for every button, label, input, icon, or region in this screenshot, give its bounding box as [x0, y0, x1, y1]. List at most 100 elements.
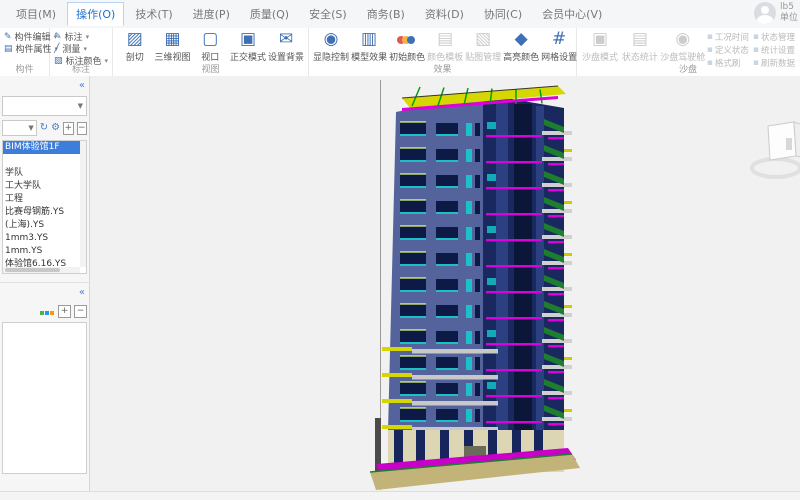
menu-tab-6[interactable]: 商务(B)	[358, 2, 414, 26]
menu-tab-0[interactable]: 项目(M)	[7, 2, 65, 26]
state-manage-button: ▪ 状态管理	[752, 32, 796, 43]
3d-viewport[interactable]	[90, 76, 800, 492]
collapse-all-icon[interactable]: −	[76, 121, 87, 135]
menu-bar: 项目(M) 操作(O) 技术(T) 进度(P) 质量(Q) 安全(S) 商务(B) 资料(D)…	[0, 0, 800, 29]
expand-all-icon[interactable]: +	[63, 121, 74, 135]
tree-item[interactable]	[3, 154, 86, 167]
left-sidebar: « ▼ ▼ ↻ ⚙ + − BIM体验馆1F 学队 工大学队 工程 比赛母钢筋.YS (上…	[0, 76, 90, 492]
background-icon: ✉	[278, 29, 294, 49]
menu-tab-3[interactable]: 进度(P)	[184, 2, 239, 26]
properties-icon: ▤	[4, 43, 13, 54]
model-tree[interactable]: BIM体验馆1F 学队 工大学队 工程 比赛母钢筋.YS (上海).YS 1mm3.YS 1m…	[2, 140, 87, 274]
model-effect-icon: ▥	[361, 29, 378, 49]
tree-item[interactable]: 学队	[3, 167, 86, 180]
ribbon-group-effect: ◉ 显隐控制 ▥ 模型效果 初始颜色 ▤ 颜色模板 ▧ 贴图管理 ◆ 高亮颜色 # 网格设置…	[309, 28, 577, 76]
initial-color-button[interactable]: 初始颜色	[389, 30, 425, 63]
component-edit-button[interactable]: ✎ 构件编辑 ▾	[4, 31, 57, 44]
component-properties-button[interactable]: ▤ 构件属性 ▾	[4, 43, 58, 56]
collapse-panel-icon[interactable]: «	[79, 287, 85, 298]
ortho-mode-button[interactable]: ▣ 正交模式	[230, 29, 266, 64]
tree-item[interactable]: (上海).YS	[3, 219, 86, 232]
collapse-panel-icon[interactable]: «	[79, 80, 85, 91]
chevron-down-icon: ▾	[83, 44, 87, 53]
paint-bucket-icon: ◆	[514, 29, 528, 49]
refresh-icon[interactable]: ↻	[40, 122, 48, 134]
menu-tab-8[interactable]: 协同(C)	[475, 2, 531, 26]
ribbon-group-view: ▨ 剖切 ▦ 三维视图 ▢ 视口 ▣ 正交模式 ✉ 设置背景 视图	[113, 28, 310, 76]
filter-list[interactable]	[2, 322, 87, 474]
section-cut-icon: ▨	[126, 29, 143, 49]
user-box[interactable]: lb5 单位	[754, 2, 798, 24]
filter-colors-icon[interactable]	[40, 305, 55, 318]
menu-tab-9[interactable]: 会员中心(V)	[533, 2, 611, 26]
cockpit-icon: ◉	[675, 29, 691, 49]
tree-item[interactable]: 1mm.YS	[3, 245, 86, 258]
group-label-sandbox: 沙盘	[679, 65, 698, 75]
visibility-icon: ◉	[323, 29, 339, 49]
building-model[interactable]	[368, 80, 584, 492]
ribbon-group-annotate: ✎ 标注 ▾ ╱ 测量 ▾ ▧ 标注颜色 ▾ 标注	[50, 28, 114, 76]
chevron-down-icon: ▼	[28, 124, 34, 132]
gear-icon[interactable]: ⚙	[51, 122, 60, 134]
model-select-dropdown[interactable]: ▼	[2, 96, 87, 116]
color-dots-icon	[396, 30, 415, 49]
user-info: lb5 单位	[780, 2, 798, 24]
section-cut-button[interactable]: ▨ 剖切	[117, 29, 152, 64]
viewport-button[interactable]: ▢ 视口	[193, 30, 228, 64]
set-background-button[interactable]: ✉ 设置背景	[268, 29, 304, 64]
tree-item[interactable]: 工大学队	[3, 180, 86, 193]
sandbox-mode-button: ▣ 沙盘模式	[581, 29, 618, 64]
tree-horizontal-scrollbar[interactable]	[3, 267, 80, 273]
group-label-component: 构件	[15, 65, 34, 75]
group-label-effect: 效果	[433, 65, 452, 75]
model-effect-button[interactable]: ▥ 模型效果	[351, 29, 387, 64]
view-3d-button[interactable]: ▦ 三维视图	[155, 29, 191, 64]
menu-tab-1[interactable]: 操作(O)	[67, 2, 125, 26]
user-avatar-icon[interactable]	[754, 2, 776, 24]
tree-mode-dropdown[interactable]: ▼	[2, 120, 37, 136]
stat-settings-button: ▪ 统计设置	[752, 45, 796, 56]
user-org: 单位	[780, 13, 798, 23]
menu-tab-4[interactable]: 质量(Q)	[241, 2, 298, 26]
chevron-down-icon: ▼	[77, 102, 83, 110]
ribbon-group-component: ✎ 构件编辑 ▾ ▤ 构件属性 ▾ 构件	[0, 28, 58, 76]
expand-all-icon[interactable]: +	[58, 305, 71, 318]
menu-tab-5[interactable]: 安全(S)	[300, 2, 356, 26]
work-time-button: ▪ 工况时间	[706, 32, 749, 43]
grid-settings-button[interactable]: # 网格设置	[541, 30, 577, 64]
tree-item[interactable]: BIM体验馆1F	[3, 141, 86, 154]
chevron-down-icon: ▾	[85, 32, 90, 41]
ribbon-group-sandbox: ▣ 沙盘模式 ▤ 状态统计 ◉ 沙盘驾驶舱 ▪ 工况时间 ▪ 定义状态 ▪ 格式刷 ▪ 状态管…	[577, 28, 799, 76]
tree-vertical-scrollbar[interactable]	[80, 141, 86, 267]
group-label-annotate: 标注	[72, 65, 91, 75]
measure-button[interactable]: ╱ 测量 ▾	[54, 43, 108, 56]
collapse-all-icon[interactable]: −	[74, 305, 87, 318]
color-template-icon: ▤	[437, 29, 454, 49]
texture-icon: ▧	[475, 29, 492, 49]
visibility-control-button[interactable]: ◉ 显隐控制	[313, 29, 349, 64]
cube-icon: ▦	[164, 29, 181, 49]
ribbon-toolbar: ✎ 构件编辑 ▾ ▤ 构件属性 ▾ 构件 ✎ 标注 ▾ ╱ 测量 ▾ ▧ 标注颜色 ▾ 标注 ▨ 剖切…	[0, 28, 800, 77]
view-cube-widget[interactable]	[750, 112, 800, 184]
stats-icon: ▤	[631, 29, 648, 49]
texture-manage-button: ▧ 贴图管理	[465, 29, 502, 64]
measure-icon: ╱	[54, 43, 60, 54]
annotate-button[interactable]: ✎ 标注 ▾	[54, 31, 108, 44]
menu-tabs: 项目(M) 操作(O) 技术(T) 进度(P) 质量(Q) 安全(S) 商务(B) 资料(D)…	[0, 0, 612, 28]
tree-item[interactable]: 比赛母钢筋.YS	[3, 206, 86, 219]
tree-item[interactable]: 工程	[3, 193, 86, 206]
state-stats-button: ▤ 状态统计	[621, 29, 658, 64]
app-window: { "menu": { "tabs": [ {"label": "项目(M)",…	[0, 0, 800, 500]
edit-icon: ✎	[4, 31, 12, 42]
filter-toolbar: + −	[0, 301, 89, 320]
tree-item[interactable]: 1mm3.YS	[3, 232, 86, 245]
filter-panel-header: «	[0, 282, 89, 301]
user-name: lb5	[780, 2, 794, 12]
menu-tab-7[interactable]: 资料(D)	[416, 2, 473, 26]
status-bar	[0, 491, 800, 500]
sandbox-icon: ▣	[591, 29, 609, 49]
highlight-color-button[interactable]: ◆ 高亮颜色	[503, 29, 539, 64]
ortho-cube-icon: ▣	[239, 29, 257, 49]
color-template-button: ▤ 颜色模板	[427, 29, 464, 64]
menu-tab-2[interactable]: 技术(T)	[126, 2, 181, 26]
